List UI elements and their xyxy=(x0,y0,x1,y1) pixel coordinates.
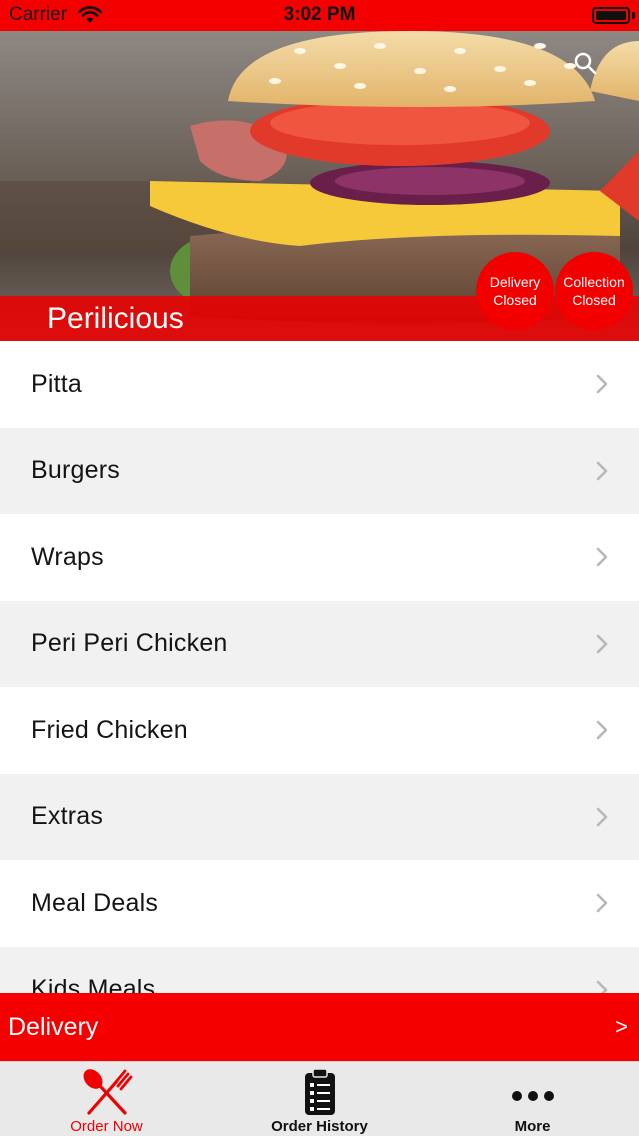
fork-knife-icon xyxy=(83,1069,132,1115)
search-icon[interactable] xyxy=(573,51,597,75)
menu-category-label: Kids Meals xyxy=(31,975,156,993)
menu-category-label: Extras xyxy=(31,802,104,831)
menu-category-label: Peri Peri Chicken xyxy=(31,629,228,658)
more-dots-icon xyxy=(511,1091,554,1101)
menu-category-row[interactable]: Peri Peri Chicken xyxy=(0,600,639,687)
menu-category-list: Pitta Burgers Wraps Peri Peri Chicken Fr… xyxy=(0,341,639,993)
delivery-status-line1: Delivery xyxy=(489,274,541,290)
tab-order-history-label: Order History xyxy=(271,1118,368,1135)
chevron-right-icon xyxy=(596,720,608,740)
tab-more[interactable]: More xyxy=(426,1062,639,1136)
menu-category-label: Wraps xyxy=(31,542,104,571)
menu-category-row[interactable]: Fried Chicken xyxy=(0,687,639,774)
chevron-right-icon xyxy=(596,893,608,913)
menu-category-label: Burgers xyxy=(31,456,120,485)
delivery-status-line2: Closed xyxy=(493,292,537,308)
menu-category-label: Meal Deals xyxy=(31,888,159,917)
battery-tip xyxy=(632,12,635,19)
status-time: 3:02 PM xyxy=(283,4,356,25)
chevron-right-icon xyxy=(596,374,608,394)
delivery-arrow-icon: > xyxy=(615,1014,628,1039)
tab-order-now-label: Order Now xyxy=(70,1118,143,1135)
hero-banner: Perilicious Delivery Closed Collection C… xyxy=(0,31,639,341)
menu-category-row[interactable]: Kids Meals xyxy=(0,946,639,993)
chevron-right-icon xyxy=(596,980,608,993)
collection-status-line1: Collection xyxy=(563,274,625,290)
menu-category-label: Pitta xyxy=(31,369,83,398)
tab-more-label: More xyxy=(514,1118,551,1135)
chevron-right-icon xyxy=(596,547,608,567)
delivery-status-badge: Delivery Closed xyxy=(476,252,554,330)
battery-icon xyxy=(592,7,630,24)
menu-category-label: Fried Chicken xyxy=(31,715,188,744)
menu-category-row[interactable]: Meal Deals xyxy=(0,860,639,947)
collection-status-line2: Closed xyxy=(572,292,616,308)
tab-order-history[interactable]: Order History xyxy=(213,1062,426,1136)
clipboard-icon xyxy=(304,1068,335,1115)
chevron-right-icon xyxy=(596,807,608,827)
menu-category-row[interactable]: Wraps xyxy=(0,514,639,601)
tab-bar: Order Now Order History More xyxy=(0,1061,639,1136)
collection-status-badge: Collection Closed xyxy=(555,252,633,330)
restaurant-name: Perilicious xyxy=(47,302,184,335)
menu-category-row[interactable]: Pitta xyxy=(0,341,639,428)
menu-category-row[interactable]: Extras xyxy=(0,773,639,860)
delivery-mode-label: Delivery xyxy=(8,1012,99,1041)
status-bar: Carrier 3:02 PM xyxy=(0,0,639,31)
chevron-right-icon xyxy=(596,461,608,481)
menu-category-row[interactable]: Burgers xyxy=(0,427,639,514)
tab-order-now[interactable]: Order Now xyxy=(0,1062,213,1136)
chevron-right-icon xyxy=(596,634,608,654)
delivery-mode-bar[interactable]: Delivery > xyxy=(0,993,639,1061)
